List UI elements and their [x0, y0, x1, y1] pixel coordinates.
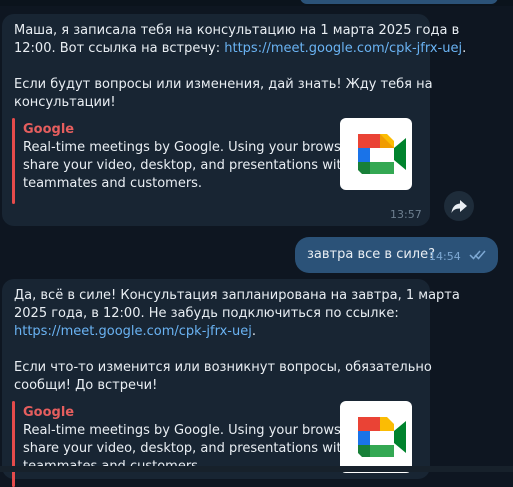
composer-edge — [0, 466, 513, 472]
message-line: Маша, я записала тебя на консультацию на… — [14, 23, 460, 38]
share-arrow-icon — [451, 200, 467, 213]
outgoing-message[interactable]: завтра все в силе? 14:54 — [295, 237, 498, 273]
preview-site-name: Google — [23, 122, 75, 137]
google-meet-logo-icon — [358, 134, 406, 174]
double-check-icon — [469, 250, 486, 260]
message-line: 12:00. Вот ссылка на встречу: https://me… — [14, 41, 467, 56]
incoming-message-2[interactable]: Да, всё в силе! Консультация запланирова… — [2, 279, 460, 487]
link-preview[interactable]: Google Real-time meetings by Google. Usi… — [12, 401, 422, 487]
message-line: консультации! — [14, 95, 116, 110]
message-line: 2025 года, в 12:00. Не забудь подключить… — [14, 306, 399, 321]
message-line: Да, всё в силе! Консультация запланирова… — [14, 288, 460, 303]
message-time: 13:57 — [390, 208, 422, 221]
share-button[interactable] — [444, 191, 474, 221]
meet-link[interactable]: https://meet.google.com/cpk-jfrx-uej — [14, 324, 252, 339]
previous-outgoing-bubble — [300, 0, 498, 4]
preview-thumbnail[interactable] — [340, 118, 412, 190]
preview-description-line: Real-time meetings by Google. Using your… — [23, 140, 359, 155]
message-time: 14:54 — [429, 250, 461, 263]
preview-site-name: Google — [23, 405, 75, 420]
preview-accent-bar — [12, 401, 15, 487]
preview-description-line: share your video, desktop, and presentat… — [23, 158, 350, 173]
preview-thumbnail[interactable] — [340, 401, 412, 473]
message-line: сообщи! До встречи! — [14, 378, 158, 393]
message-text: завтра все в силе? — [307, 247, 436, 262]
link-preview[interactable]: Google Real-time meetings by Google. Usi… — [12, 118, 422, 204]
message-line: https://meet.google.com/cpk-jfrx-uej. — [14, 324, 256, 339]
message-line: Если что-то изменится или возникнут вопр… — [14, 360, 432, 375]
message-line: Если будут вопросы или изменения, дай зн… — [14, 77, 433, 92]
incoming-message-1[interactable]: Маша, я записала тебя на консультацию на… — [2, 14, 466, 226]
google-meet-logo-icon — [358, 417, 406, 457]
preview-accent-bar — [12, 118, 15, 204]
preview-description-line: teammates and customers. — [23, 176, 203, 191]
preview-description-line: share your video, desktop, and presentat… — [23, 441, 350, 456]
meet-link[interactable]: https://meet.google.com/cpk-jfrx-uej — [224, 41, 462, 56]
preview-description-line: Real-time meetings by Google. Using your… — [23, 423, 359, 438]
